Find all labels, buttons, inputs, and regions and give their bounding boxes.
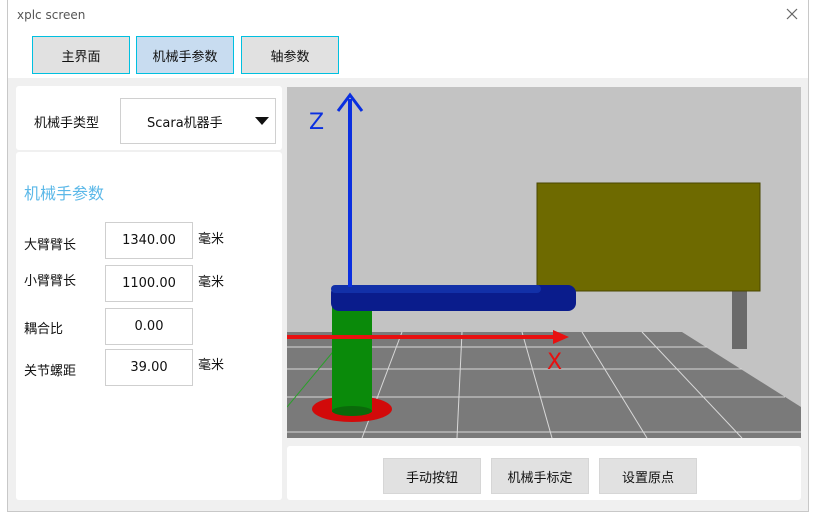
joint-pitch-unit: 毫米: [198, 358, 225, 373]
param-label-pitch: 关节螺距: [24, 364, 77, 379]
app-window: xplc screen 主界面 机械手参数 轴参数 机械手类型 Scara机器手…: [0, 0, 816, 519]
robot-arm-top: [331, 285, 541, 293]
tab-main[interactable]: 主界面: [32, 36, 130, 74]
param-label-upper-arm: 大臂臂长: [24, 238, 77, 253]
tab-axis-params[interactable]: 轴参数: [241, 36, 339, 74]
robot-type-label: 机械手类型: [34, 116, 100, 131]
chevron-down-icon: [255, 117, 269, 125]
workpiece-block: [536, 182, 761, 292]
tab-bar: 主界面 机械手参数 轴参数: [8, 30, 808, 78]
calibrate-robot-button[interactable]: 机械手标定: [491, 458, 589, 494]
close-button[interactable]: [782, 4, 802, 24]
joint-pitch-input[interactable]: 39.00: [105, 349, 193, 386]
robot-params-panel: 机械手参数 大臂臂长 1340.00 毫米 小臂臂长 1100.00 毫米 耦合…: [16, 152, 282, 500]
robot-type-panel: 机械手类型 Scara机器手: [16, 86, 282, 150]
robot-scene: X Z: [287, 92, 801, 438]
table-leg: [732, 287, 747, 349]
robot-type-value: Scara机器手: [147, 115, 223, 131]
robot-3d-viewport[interactable]: X Z: [287, 87, 801, 438]
robot-type-select[interactable]: Scara机器手: [120, 98, 276, 144]
set-origin-button[interactable]: 设置原点: [599, 458, 697, 494]
upper-arm-unit: 毫米: [198, 232, 225, 247]
base-column-bottom: [332, 406, 372, 416]
manual-buttons-button[interactable]: 手动按钮: [383, 458, 481, 494]
lower-arm-unit: 毫米: [198, 275, 225, 290]
upper-arm-length-input[interactable]: 1340.00: [105, 222, 193, 259]
param-label-lower-arm: 小臂臂长: [24, 274, 77, 289]
x-axis-label: X: [547, 350, 562, 375]
lower-arm-length-input[interactable]: 1100.00: [105, 265, 193, 302]
close-icon: [786, 8, 798, 20]
window-title: xplc screen: [17, 8, 86, 22]
params-section-title: 机械手参数: [24, 184, 105, 203]
param-label-coupling: 耦合比: [24, 322, 64, 337]
action-button-panel: 手动按钮 机械手标定 设置原点: [287, 446, 801, 500]
tab-robot-params[interactable]: 机械手参数: [136, 36, 234, 74]
coupling-ratio-input[interactable]: 0.00: [105, 308, 193, 345]
title-bar: xplc screen: [8, 0, 808, 30]
z-axis-label: Z: [309, 110, 324, 135]
content-area: 机械手类型 Scara机器手 机械手参数 大臂臂长 1340.00 毫米 小臂臂…: [8, 78, 808, 511]
